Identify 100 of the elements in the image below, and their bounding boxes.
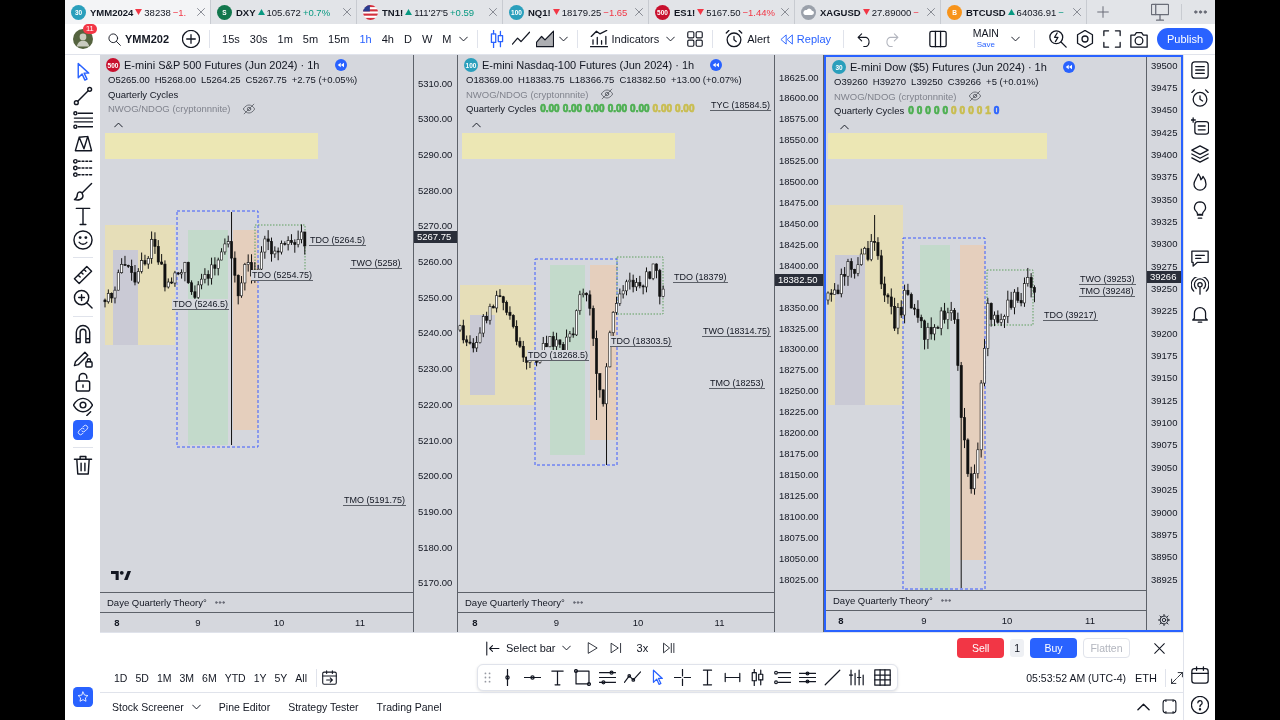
play-icon[interactable] (585, 642, 598, 654)
select-bar-button[interactable]: Select bar (482, 637, 574, 659)
zoom-in-icon[interactable] (72, 289, 93, 309)
quantity-field[interactable]: 1 (1010, 639, 1024, 657)
eye-off-icon[interactable] (243, 102, 256, 115)
more-icon[interactable] (940, 599, 951, 602)
interval-button[interactable]: D (401, 28, 415, 50)
replay-icon[interactable] (335, 59, 348, 72)
candlestick-icon[interactable] (749, 669, 766, 686)
grid-icon[interactable] (687, 31, 704, 47)
range-button[interactable]: 6M (198, 666, 221, 689)
rectangle-icon[interactable] (574, 669, 591, 686)
eye-icon[interactable] (72, 396, 93, 416)
range-button[interactable]: 1D (110, 666, 132, 689)
symbol-search-button[interactable]: YMM202 (105, 28, 173, 50)
study-name[interactable]: Quarterly Cycles (832, 105, 905, 117)
line-chart-icon[interactable] (511, 30, 530, 48)
level-lines-icon[interactable] (774, 669, 791, 686)
broadcast-icon[interactable] (1190, 277, 1209, 295)
panel-tab[interactable]: Stock Screener (109, 695, 204, 718)
add-list-icon[interactable] (1190, 117, 1209, 135)
lines-icon[interactable] (799, 669, 816, 686)
area-chart-icon[interactable] (535, 30, 554, 48)
calendar-icon[interactable] (1190, 666, 1209, 684)
interval-button[interactable]: 5m (299, 28, 322, 50)
chat-icon[interactable] (1190, 249, 1209, 267)
publish-button[interactable]: Publish (1156, 28, 1213, 50)
replay-icon[interactable] (1062, 61, 1075, 74)
sell-button[interactable]: Sell (957, 638, 1005, 658)
eye-off-icon[interactable] (601, 88, 614, 101)
range-button[interactable]: YTD (220, 666, 250, 689)
undo-icon[interactable] (857, 31, 873, 47)
range-button[interactable]: 5D (131, 666, 153, 689)
range-button[interactable]: 5Y (270, 666, 292, 689)
symbol-tab[interactable]: TN1! 111'27'5 +0.59 (357, 0, 503, 24)
columns-icon[interactable] (928, 30, 947, 48)
panel-tab[interactable]: Trading Panel (373, 695, 445, 718)
chart-panel[interactable] (824, 55, 1183, 632)
chart-panel[interactable] (100, 55, 458, 632)
drag-handle-icon[interactable] (484, 672, 491, 683)
watchlist-icon[interactable] (1190, 61, 1209, 79)
interval-button[interactable]: W (418, 28, 436, 50)
interval-button[interactable]: 1m (274, 28, 296, 50)
chevron-down-icon[interactable] (191, 703, 201, 710)
ruler-icon[interactable] (72, 265, 93, 285)
pattern-icon[interactable] (72, 134, 93, 154)
parallel-lines-icon[interactable] (599, 669, 616, 686)
session-button[interactable]: ETH (1132, 666, 1160, 689)
interval-button[interactable]: 15m (325, 28, 353, 50)
layers-icon[interactable] (1190, 145, 1209, 163)
step-forward-icon[interactable] (609, 642, 622, 654)
interval-button[interactable]: 4h (378, 28, 397, 50)
go-to-date-icon[interactable] (322, 670, 337, 685)
trend-line-icon[interactable] (72, 86, 93, 106)
interval-button[interactable]: 15s (219, 28, 243, 50)
interval-button[interactable]: 30s (246, 28, 271, 50)
chevron-up-icon[interactable] (1137, 702, 1150, 711)
jump-to-end-icon[interactable] (663, 642, 676, 654)
expand-icon[interactable] (1171, 671, 1183, 684)
replay-icon[interactable] (710, 59, 723, 72)
add-tab-icon[interactable] (1097, 6, 1109, 18)
panel-tab[interactable]: Pine Editor (215, 695, 274, 718)
speed-button[interactable]: 3x (633, 637, 652, 659)
range-button[interactable]: 1M (152, 666, 176, 689)
flame-icon[interactable] (1190, 173, 1209, 191)
symbol-tab[interactable]: XAGUSD 27.89000 − (795, 0, 941, 24)
layout-icon[interactable] (1151, 3, 1169, 21)
diagonal-line-icon[interactable] (824, 669, 841, 686)
text-icon[interactable] (549, 669, 566, 686)
indicators-button[interactable]: Indicators (586, 28, 663, 50)
eye-off-icon[interactable] (969, 90, 982, 103)
smiley-icon[interactable] (72, 230, 93, 250)
fullscreen-icon[interactable] (1102, 30, 1121, 48)
table-icon[interactable] (874, 669, 891, 686)
replay-button[interactable]: Replay (776, 28, 835, 50)
quick-search-icon[interactable] (1048, 30, 1067, 48)
maximize-icon[interactable] (1162, 699, 1177, 714)
interval-button[interactable]: 1h (356, 28, 375, 50)
close-icon[interactable] (1154, 642, 1165, 654)
buy-button[interactable]: Buy (1030, 638, 1077, 658)
study-name[interactable]: Quarterly Cycles (106, 88, 179, 100)
alarm-clock-icon[interactable] (1190, 89, 1209, 107)
polyline-icon[interactable] (624, 669, 641, 686)
avatar-icon[interactable] (73, 29, 93, 49)
alert-button[interactable]: Alert (722, 28, 773, 50)
chevron-down-icon[interactable] (458, 36, 468, 42)
chevron-down-icon[interactable] (558, 36, 568, 42)
settings-icon[interactable] (1158, 614, 1170, 626)
chart-panel[interactable] (458, 55, 824, 632)
more-icon[interactable] (1194, 10, 1207, 14)
bell-icon[interactable] (1190, 305, 1209, 323)
range-button[interactable]: 3M (175, 666, 199, 689)
panel-tab[interactable]: Strategy Tester (285, 695, 362, 718)
layout-name-button[interactable]: MAIN Save (969, 28, 1002, 50)
camera-icon[interactable] (1129, 30, 1148, 48)
interval-button[interactable]: M (439, 28, 455, 50)
trash-icon[interactable] (72, 455, 93, 475)
chevron-down-icon[interactable] (1010, 36, 1020, 42)
study-name[interactable]: Quarterly Cycles (464, 103, 537, 115)
settings-icon[interactable] (1075, 30, 1094, 48)
